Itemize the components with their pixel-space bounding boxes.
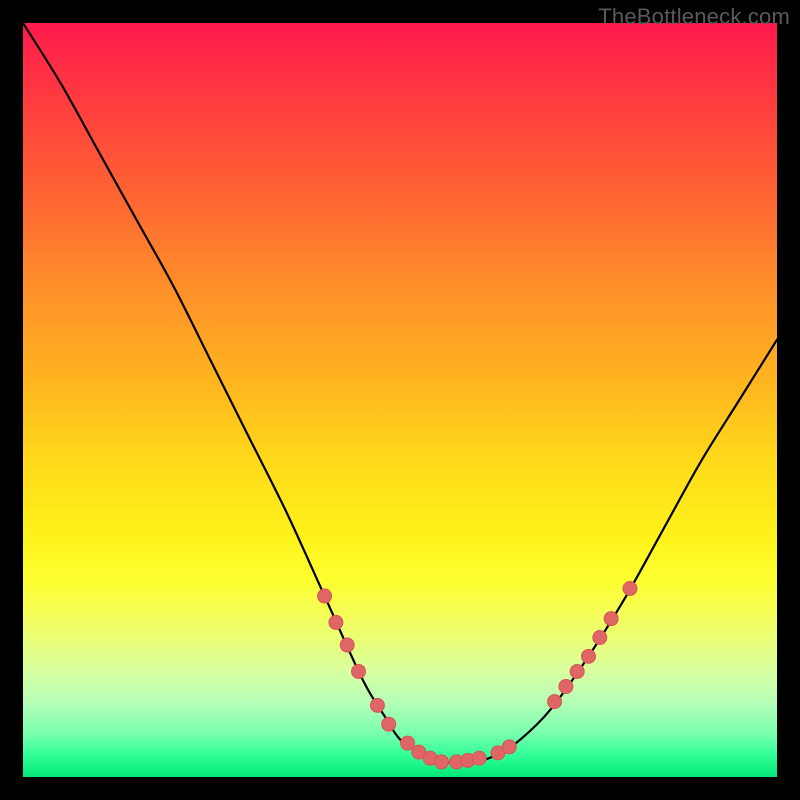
chart-plot-area	[23, 23, 777, 777]
curve-marker	[623, 582, 637, 596]
curve-marker	[329, 615, 343, 629]
curve-marker	[370, 698, 384, 712]
curve-markers	[318, 582, 637, 769]
curve-marker	[604, 612, 618, 626]
curve-marker	[472, 751, 486, 765]
curve-marker	[570, 664, 584, 678]
curve-marker	[548, 695, 562, 709]
curve-marker	[382, 717, 396, 731]
curve-marker	[491, 746, 505, 760]
curve-marker	[450, 755, 464, 769]
curve-marker	[593, 631, 607, 645]
curve-marker	[340, 638, 354, 652]
curve-marker	[352, 664, 366, 678]
bottleneck-curve-line	[23, 23, 777, 762]
curve-marker	[434, 755, 448, 769]
curve-marker	[423, 751, 437, 765]
curve-marker	[461, 753, 475, 767]
curve-marker	[401, 736, 415, 750]
curve-marker	[318, 589, 332, 603]
curve-marker	[559, 680, 573, 694]
chart-svg	[23, 23, 777, 777]
watermark-text: TheBottleneck.com	[598, 4, 790, 30]
curve-marker	[412, 745, 426, 759]
curve-marker	[502, 740, 516, 754]
curve-marker	[582, 649, 596, 663]
